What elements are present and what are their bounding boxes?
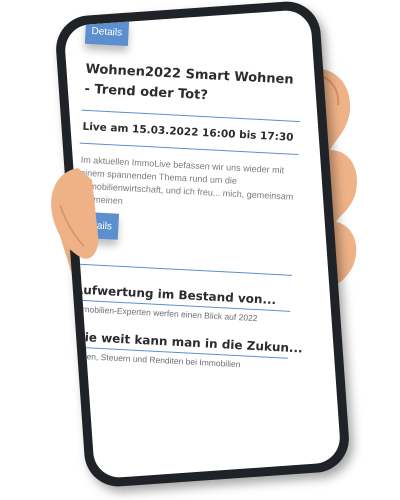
phone-screen: wieder mit einem spannenden Thema rund u… [63,8,342,480]
card2-description: Im aktuellen ImmoLive befassen wir uns w… [78,154,294,206]
card2-details-button[interactable]: Details [74,211,119,240]
divider [73,263,293,276]
phone: wieder mit einem spannenden Thema rund u… [53,0,352,489]
card2-live-time: Live am 15.03.2022 16:00 bis 17:30 [82,120,294,144]
feed: wieder mit einem spannenden Thema rund u… [63,9,321,373]
divider [81,109,301,123]
divider [79,142,299,156]
